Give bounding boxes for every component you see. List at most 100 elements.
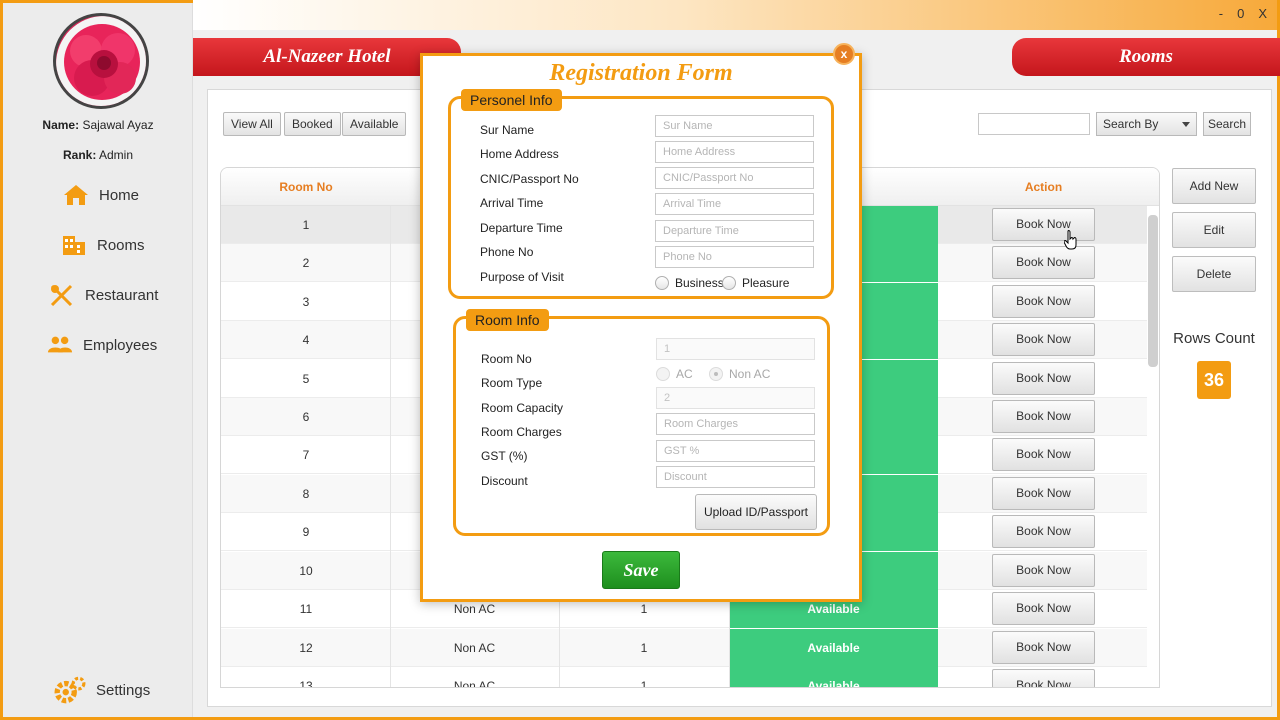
field-label: Home Address bbox=[480, 147, 559, 161]
hand-cursor-icon bbox=[1064, 230, 1077, 250]
user-name: Name: Sajawal Ayaz bbox=[42, 118, 154, 132]
non-ac-radio bbox=[709, 367, 723, 381]
purpose-label: Purpose of Visit bbox=[480, 270, 564, 284]
capacity-field: 2 bbox=[656, 387, 815, 409]
capacity-cell: 1 bbox=[640, 679, 648, 688]
book-now-button[interactable]: Book Now bbox=[992, 362, 1095, 395]
text-input[interactable]: Sur Name bbox=[655, 115, 814, 137]
table-row: 12 Non AC 1 Available Book Now bbox=[221, 629, 1147, 667]
room-charges-input[interactable]: Room Charges bbox=[656, 413, 815, 435]
text-input[interactable]: CNIC/Passport No bbox=[655, 167, 814, 189]
book-now-button[interactable]: Book Now bbox=[992, 208, 1095, 241]
book-now-button[interactable]: Book Now bbox=[992, 592, 1095, 625]
book-now-button[interactable]: Book Now bbox=[992, 323, 1095, 356]
building-icon bbox=[63, 236, 85, 255]
room-no-cell: 10 bbox=[299, 564, 313, 578]
section-header: Rooms bbox=[1012, 38, 1280, 76]
sidebar-item-home[interactable]: Home bbox=[63, 184, 139, 206]
dialog-title: Registration Form bbox=[549, 60, 733, 86]
room-no-field: 1 bbox=[656, 338, 815, 360]
booked-button[interactable]: Booked bbox=[284, 112, 341, 136]
user-rank: Rank: Admin bbox=[62, 148, 134, 162]
room-no-cell: 1 bbox=[302, 218, 310, 232]
close-dialog-button[interactable]: x bbox=[833, 43, 855, 65]
table-scrollbar[interactable] bbox=[1148, 215, 1158, 367]
sidebar-item-restaurant[interactable]: Restaurant bbox=[49, 284, 158, 306]
upload-id-button[interactable]: Upload ID/Passport bbox=[695, 494, 817, 530]
table-row: 13 Non AC 1 Available Book Now bbox=[221, 667, 1147, 688]
room-no-cell: 12 bbox=[299, 641, 313, 655]
book-now-button[interactable]: Book Now bbox=[992, 669, 1095, 687]
sidebar-item-employees[interactable]: Employees bbox=[47, 334, 157, 356]
field-label: Arrival Time bbox=[480, 196, 544, 210]
room-no-cell: 11 bbox=[299, 602, 313, 616]
ac-label: AC bbox=[676, 367, 693, 381]
room-no-cell: 4 bbox=[302, 333, 310, 347]
book-now-button[interactable]: Book Now bbox=[992, 515, 1095, 548]
room-no-cell: 13 bbox=[299, 679, 313, 688]
book-now-button[interactable]: Book Now bbox=[992, 285, 1095, 318]
column-divider bbox=[390, 206, 391, 687]
gst-input[interactable]: GST % bbox=[656, 440, 815, 462]
book-now-button[interactable]: Book Now bbox=[992, 438, 1095, 471]
edit-button[interactable]: Edit bbox=[1172, 212, 1256, 248]
discount-label: Discount bbox=[481, 474, 528, 488]
window-controls: - 0 X bbox=[1219, 6, 1267, 21]
business-radio[interactable] bbox=[655, 276, 669, 290]
charges-label: Room Charges bbox=[481, 425, 562, 439]
pleasure-label: Pleasure bbox=[742, 276, 790, 290]
discount-input[interactable]: Discount bbox=[656, 466, 815, 488]
gear-icon bbox=[54, 676, 86, 704]
personal-info-legend: Personel Info bbox=[461, 89, 562, 111]
pleasure-radio[interactable] bbox=[722, 276, 736, 290]
room-no-cell: 2 bbox=[302, 256, 310, 270]
rose-image bbox=[56, 16, 146, 106]
business-label: Business bbox=[675, 276, 724, 290]
header-action: Action bbox=[1024, 180, 1063, 194]
available-button[interactable]: Available bbox=[342, 112, 407, 136]
book-now-button[interactable]: Book Now bbox=[992, 554, 1095, 587]
capacity-cell: 1 bbox=[640, 641, 648, 655]
book-now-button[interactable]: Book Now bbox=[992, 246, 1095, 279]
sidebar-item-rooms[interactable]: Rooms bbox=[61, 234, 145, 256]
gst-label: GST (%) bbox=[481, 449, 528, 463]
field-label: CNIC/Passport No bbox=[480, 172, 579, 186]
book-now-button[interactable]: Book Now bbox=[992, 400, 1095, 433]
delete-button[interactable]: Delete bbox=[1172, 256, 1256, 292]
maximize-button[interactable]: 0 bbox=[1237, 6, 1244, 21]
room-no-cell: 7 bbox=[302, 448, 310, 462]
book-now-button[interactable]: Book Now bbox=[992, 477, 1095, 510]
rows-count-badge: 36 bbox=[1197, 361, 1231, 399]
search-button[interactable]: Search bbox=[1203, 112, 1251, 136]
view-all-button[interactable]: View All bbox=[223, 112, 281, 136]
field-label: Sur Name bbox=[480, 123, 535, 137]
home-icon bbox=[64, 185, 88, 205]
close-window-button[interactable]: X bbox=[1258, 6, 1267, 21]
status-badge: Available bbox=[729, 629, 938, 667]
field-label: Phone No bbox=[480, 245, 534, 259]
avatar bbox=[53, 13, 149, 109]
room-no-cell: 9 bbox=[302, 525, 310, 539]
room-info-legend: Room Info bbox=[466, 309, 549, 331]
utensils-icon bbox=[50, 284, 73, 306]
ac-radio bbox=[656, 367, 670, 381]
text-input[interactable]: Phone No bbox=[655, 246, 814, 268]
room-no-cell: 8 bbox=[302, 487, 310, 501]
add-new-button[interactable]: Add New bbox=[1172, 168, 1256, 204]
text-input[interactable]: Departure Time bbox=[655, 220, 814, 242]
minimize-button[interactable]: - bbox=[1219, 6, 1223, 21]
search-input[interactable] bbox=[978, 113, 1090, 135]
room-type-label: Room Type bbox=[481, 376, 543, 390]
settings-button[interactable]: Settings bbox=[54, 676, 150, 704]
search-by-select[interactable]: Search By bbox=[1096, 112, 1197, 136]
sidebar: Name: Sajawal Ayaz Rank: Admin Home Room… bbox=[3, 3, 193, 717]
capacity-label: Room Capacity bbox=[481, 401, 564, 415]
save-button[interactable]: Save bbox=[602, 551, 680, 589]
text-input[interactable]: Arrival Time bbox=[655, 193, 814, 215]
room-no-cell: 3 bbox=[302, 295, 310, 309]
room-type-cell: Non AC bbox=[453, 641, 496, 655]
title-bar: - 0 X bbox=[193, 0, 1277, 30]
book-now-button[interactable]: Book Now bbox=[992, 631, 1095, 664]
rows-count-label: Rows Count bbox=[1173, 330, 1255, 347]
text-input[interactable]: Home Address bbox=[655, 141, 814, 163]
